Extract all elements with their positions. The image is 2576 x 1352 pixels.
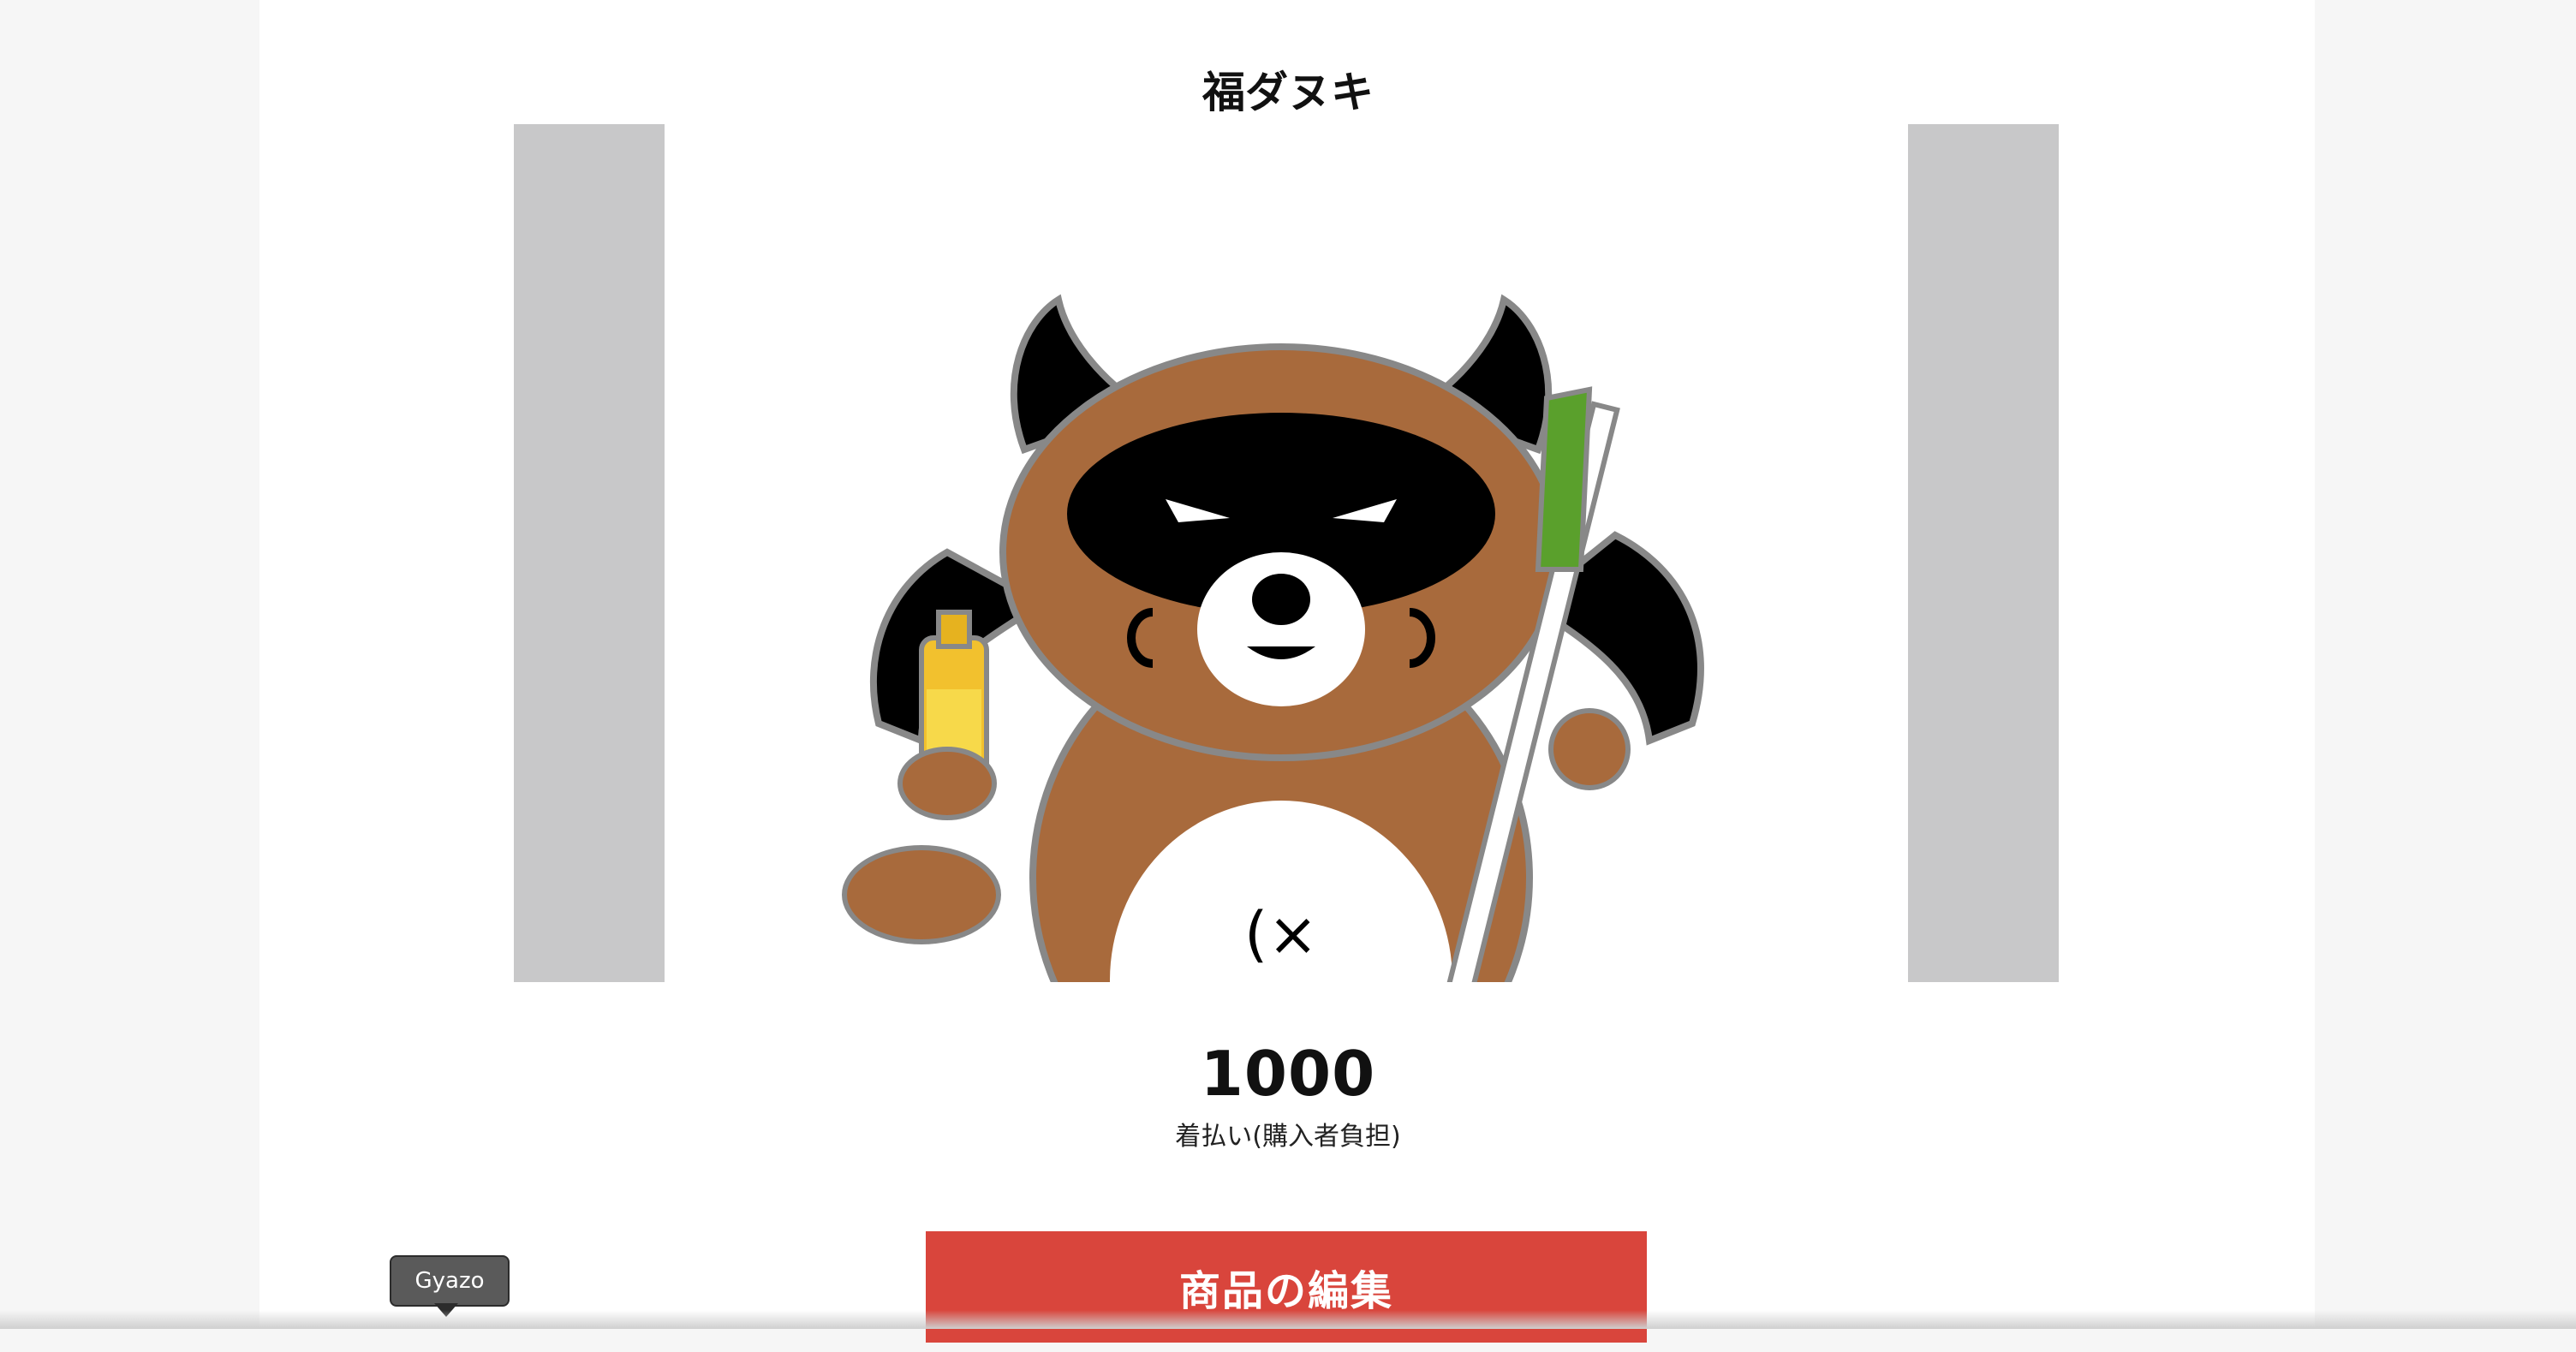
product-image-frame: (×: [514, 124, 2059, 982]
svg-text:(×: (×: [1244, 899, 1318, 969]
product-image: (×: [665, 124, 1908, 982]
product-price: 1000: [1200, 1038, 1376, 1110]
gyazo-tooltip: Gyazo: [390, 1255, 510, 1307]
tanuki-mascot-illustration: (×: [842, 294, 1704, 982]
product-title: 福ダヌキ: [1202, 68, 1374, 117]
bottom-shadow: [0, 1310, 2576, 1329]
shipping-fee-note: 着払い(購入者負担): [1175, 1122, 1401, 1152]
